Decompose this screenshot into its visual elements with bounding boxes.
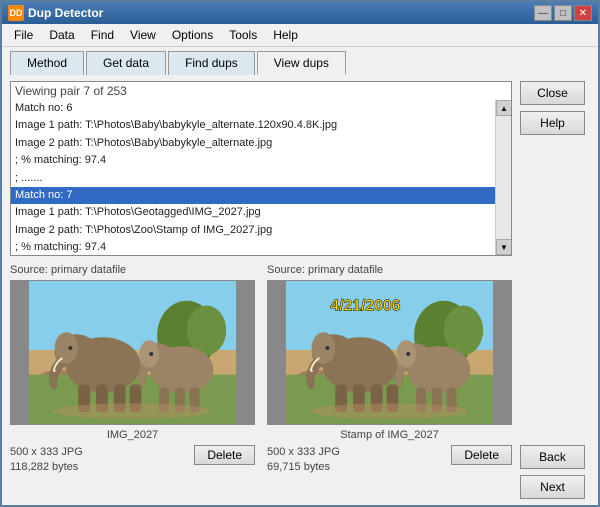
tab-find-dups[interactable]: Find dups xyxy=(168,51,255,75)
menu-find[interactable]: Find xyxy=(83,26,122,44)
viewing-label: Viewing pair 7 of 253 xyxy=(11,82,511,100)
list-section: Viewing pair 7 of 253 Match no: 6 Image … xyxy=(10,81,512,256)
list-item[interactable]: ; % matching: 97.4 xyxy=(11,152,495,169)
close-button[interactable]: Close xyxy=(520,81,585,105)
main-content: Viewing pair 7 of 253 Match no: 6 Image … xyxy=(2,75,598,505)
image1-filesize: 118,282 bytes xyxy=(10,460,83,475)
image2-delete-button[interactable]: Delete xyxy=(451,445,512,465)
back-button[interactable]: Back xyxy=(520,445,585,469)
image2-filename: Stamp of IMG_2027 xyxy=(267,429,512,441)
image2-meta: 500 x 333 JPG 69,715 bytes xyxy=(267,445,340,476)
menu-tools[interactable]: Tools xyxy=(221,26,265,44)
image1-box xyxy=(10,280,255,425)
left-panel: Viewing pair 7 of 253 Match no: 6 Image … xyxy=(10,81,512,499)
window-close-button[interactable]: ✕ xyxy=(574,5,592,21)
image2-dimensions: 500 x 333 JPG xyxy=(267,445,340,460)
help-button[interactable]: Help xyxy=(520,111,585,135)
window-title: Dup Detector xyxy=(28,6,530,20)
title-bar: DD Dup Detector — □ ✕ xyxy=(2,2,598,24)
tabs-row: Method Get data Find dups View dups xyxy=(2,47,598,75)
list-area: Match no: 6 Image 1 path: T:\Photos\Baby… xyxy=(11,100,511,255)
tab-view-dups[interactable]: View dups xyxy=(257,51,346,75)
window-controls: — □ ✕ xyxy=(534,5,592,21)
image1-delete-button[interactable]: Delete xyxy=(194,445,255,465)
tab-method[interactable]: Method xyxy=(10,51,84,75)
list-item[interactable]: Image 1 path: T:\Photos\Baby\babykyle_al… xyxy=(11,117,495,134)
list-item[interactable]: Match no: 6 xyxy=(11,100,495,117)
images-row: Source: primary datafile xyxy=(10,264,512,499)
maximize-button[interactable]: □ xyxy=(554,5,572,21)
image2-actions: 500 x 333 JPG 69,715 bytes Delete xyxy=(267,445,512,476)
list-item[interactable]: ; ....... xyxy=(11,170,495,187)
image2-box: 4/21/2006 xyxy=(267,280,512,425)
scroll-up-button[interactable]: ▲ xyxy=(496,100,511,116)
menu-view[interactable]: View xyxy=(122,26,164,44)
menu-data[interactable]: Data xyxy=(41,26,82,44)
list-scrollbar[interactable]: ▲ ▼ xyxy=(495,100,511,255)
minimize-button[interactable]: — xyxy=(534,5,552,21)
list-item[interactable]: Image 1 path: T:\Photos\Geotagged\IMG_20… xyxy=(11,204,495,221)
tab-get-data[interactable]: Get data xyxy=(86,51,166,75)
list-item[interactable]: Image 2 path: T:\Photos\Baby\babykyle_al… xyxy=(11,135,495,152)
svg-text:4/21/2006: 4/21/2006 xyxy=(330,298,400,315)
image1-source: Source: primary datafile xyxy=(10,264,255,276)
menu-file[interactable]: File xyxy=(6,26,41,44)
main-window: DD Dup Detector — □ ✕ File Data Find Vie… xyxy=(0,0,600,507)
right-panel: Close Help Back Next xyxy=(520,81,590,499)
menu-options[interactable]: Options xyxy=(164,26,221,44)
scrollbar-track[interactable] xyxy=(496,116,511,239)
scroll-down-button[interactable]: ▼ xyxy=(496,239,511,255)
image1-dimensions: 500 x 333 JPG xyxy=(10,445,83,460)
list-item-selected[interactable]: Match no: 7 xyxy=(11,187,495,204)
app-icon: DD xyxy=(8,5,24,21)
image1-actions: 500 x 333 JPG 118,282 bytes Delete xyxy=(10,445,255,476)
menubar: File Data Find View Options Tools Help xyxy=(2,24,598,47)
list-item[interactable]: Image 2 path: T:\Photos\Zoo\Stamp of IMG… xyxy=(11,222,495,239)
next-button[interactable]: Next xyxy=(520,475,585,499)
image1-meta: 500 x 333 JPG 118,282 bytes xyxy=(10,445,83,476)
image2-filesize: 69,715 bytes xyxy=(267,460,340,475)
list-item[interactable]: ; % matching: 97.4 xyxy=(11,239,495,255)
menu-help[interactable]: Help xyxy=(265,26,306,44)
image1-filename: IMG_2027 xyxy=(10,429,255,441)
image2-panel: Source: primary datafile xyxy=(267,264,512,499)
image1-panel: Source: primary datafile xyxy=(10,264,255,499)
image2-source: Source: primary datafile xyxy=(267,264,512,276)
list-content[interactable]: Match no: 6 Image 1 path: T:\Photos\Baby… xyxy=(11,100,495,255)
